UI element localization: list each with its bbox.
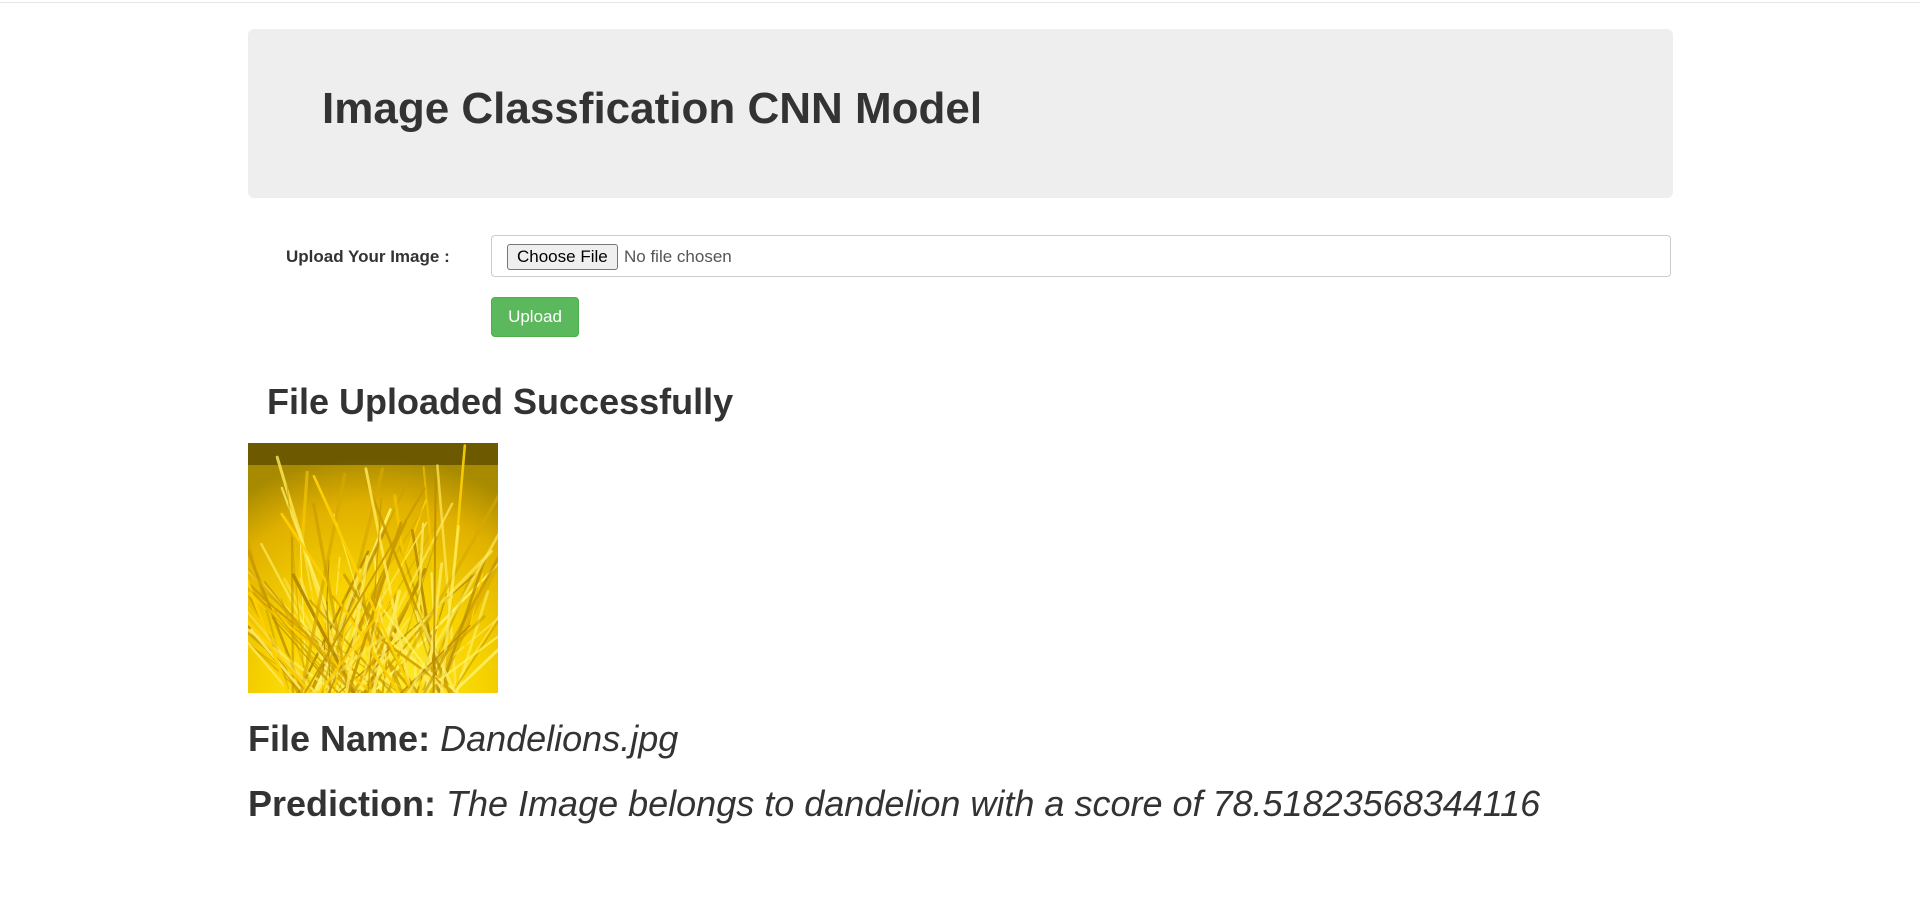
file-name-value: Dandelions.jpg — [440, 718, 679, 759]
prediction-line: Prediction: The Image belongs to dandeli… — [248, 783, 1540, 825]
upload-form-row: Upload Your Image : Choose File No file … — [248, 235, 1673, 279]
file-status-text: No file chosen — [624, 247, 732, 266]
uploaded-image — [248, 443, 498, 693]
top-divider — [0, 2, 1920, 3]
main-container: Image Classfication CNN Model Upload You… — [248, 29, 1673, 824]
upload-label: Upload Your Image : — [286, 247, 450, 266]
page-title: Image Classfication CNN Model — [322, 84, 983, 133]
upload-success-heading: File Uploaded Successfully — [267, 381, 734, 422]
prediction-value: The Image belongs to dandelion with a sc… — [446, 783, 1541, 824]
file-name-line: File Name: Dandelions.jpg — [248, 718, 678, 760]
choose-file-button[interactable]: Choose File — [507, 244, 618, 270]
file-input[interactable]: Choose File No file chosen — [491, 235, 1671, 277]
file-name-label: File Name: — [248, 718, 431, 759]
header-banner: Image Classfication CNN Model — [248, 29, 1673, 198]
upload-button[interactable]: Upload — [491, 297, 579, 337]
prediction-label: Prediction: — [248, 783, 437, 824]
